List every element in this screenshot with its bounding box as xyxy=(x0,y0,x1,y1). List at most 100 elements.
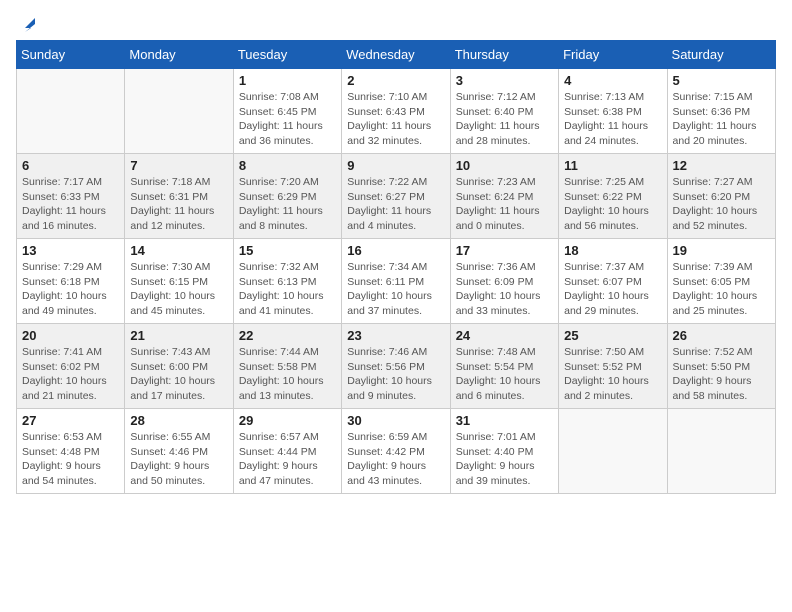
sunrise-text: Sunrise: 7:13 AM xyxy=(564,90,661,105)
daylight-text: Daylight: 10 hours and 45 minutes. xyxy=(130,289,227,318)
calendar-day-cell: 22Sunrise: 7:44 AMSunset: 5:58 PMDayligh… xyxy=(233,324,341,409)
calendar-week-row: 20Sunrise: 7:41 AMSunset: 6:02 PMDayligh… xyxy=(17,324,776,409)
calendar-day-cell xyxy=(125,69,233,154)
calendar-table: SundayMondayTuesdayWednesdayThursdayFrid… xyxy=(16,40,776,494)
sunrise-text: Sunrise: 7:15 AM xyxy=(673,90,770,105)
day-number: 10 xyxy=(456,158,553,173)
sunset-text: Sunset: 6:27 PM xyxy=(347,190,444,205)
day-header-thursday: Thursday xyxy=(450,41,558,69)
sunrise-text: Sunrise: 7:37 AM xyxy=(564,260,661,275)
day-number: 12 xyxy=(673,158,770,173)
sunrise-text: Sunrise: 7:18 AM xyxy=(130,175,227,190)
daylight-text: Daylight: 10 hours and 13 minutes. xyxy=(239,374,336,403)
sunrise-text: Sunrise: 7:27 AM xyxy=(673,175,770,190)
sunset-text: Sunset: 6:36 PM xyxy=(673,105,770,120)
calendar-day-cell: 16 Sunrise: 7:34 AMSunset: 6:11 PMDayligh… xyxy=(342,239,450,324)
sunrise-text: Sunrise: 7:01 AM xyxy=(456,430,553,445)
day-info: Sunrise: 7:15 AMSunset: 6:36 PMDaylight:… xyxy=(673,90,770,149)
calendar-day-cell: 25Sunrise: 7:50 AMSunset: 5:52 PMDayligh… xyxy=(559,324,667,409)
page-header xyxy=(16,16,776,32)
day-info: Sunrise: 7:34 AMSunset: 6:11 PMDaylight:… xyxy=(347,260,444,319)
day-header-tuesday: Tuesday xyxy=(233,41,341,69)
calendar-day-cell: 30Sunrise: 6:59 AMSunset: 4:42 PMDayligh… xyxy=(342,409,450,494)
day-number: 19 xyxy=(673,243,770,258)
daylight-text: Daylight: 11 hours and 12 minutes. xyxy=(130,204,227,233)
day-number: 1 xyxy=(239,73,336,88)
day-info: Sunrise: 7:44 AMSunset: 5:58 PMDaylight:… xyxy=(239,345,336,404)
sunset-text: Sunset: 6:40 PM xyxy=(456,105,553,120)
day-info: Sunrise: 7:50 AMSunset: 5:52 PMDaylight:… xyxy=(564,345,661,404)
calendar-week-row: 13Sunrise: 7:29 AMSunset: 6:18 PMDayligh… xyxy=(17,239,776,324)
calendar-day-cell: 26Sunrise: 7:52 AMSunset: 5:50 PMDayligh… xyxy=(667,324,775,409)
calendar-day-cell: 28Sunrise: 6:55 AMSunset: 4:46 PMDayligh… xyxy=(125,409,233,494)
calendar-day-cell: 11Sunrise: 7:25 AMSunset: 6:22 PMDayligh… xyxy=(559,154,667,239)
calendar-day-cell: 18Sunrise: 7:37 AMSunset: 6:07 PMDayligh… xyxy=(559,239,667,324)
daylight-text: Daylight: 9 hours and 50 minutes. xyxy=(130,459,227,488)
daylight-text: Daylight: 11 hours and 28 minutes. xyxy=(456,119,553,148)
daylight-text: Daylight: 10 hours and 41 minutes. xyxy=(239,289,336,318)
sunrise-text: Sunrise: 6:59 AM xyxy=(347,430,444,445)
day-info: Sunrise: 7:01 AMSunset: 4:40 PMDaylight:… xyxy=(456,430,553,489)
day-header-saturday: Saturday xyxy=(667,41,775,69)
day-number: 7 xyxy=(130,158,227,173)
sunset-text: Sunset: 6:11 PM xyxy=(347,275,444,290)
sunset-text: Sunset: 5:50 PM xyxy=(673,360,770,375)
sunset-text: Sunset: 4:40 PM xyxy=(456,445,553,460)
sunset-text: Sunset: 6:00 PM xyxy=(130,360,227,375)
daylight-text: Daylight: 9 hours and 47 minutes. xyxy=(239,459,336,488)
sunrise-text: Sunrise: 7:08 AM xyxy=(239,90,336,105)
calendar-day-cell: 6Sunrise: 7:17 AMSunset: 6:33 PMDaylight… xyxy=(17,154,125,239)
daylight-text: Daylight: 10 hours and 49 minutes. xyxy=(22,289,119,318)
daylight-text: Daylight: 10 hours and 6 minutes. xyxy=(456,374,553,403)
day-number: 9 xyxy=(347,158,444,173)
day-info: Sunrise: 7:48 AMSunset: 5:54 PMDaylight:… xyxy=(456,345,553,404)
day-info: Sunrise: 7:52 AMSunset: 5:50 PMDaylight:… xyxy=(673,345,770,404)
day-number: 15 xyxy=(239,243,336,258)
calendar-week-row: 6Sunrise: 7:17 AMSunset: 6:33 PMDaylight… xyxy=(17,154,776,239)
day-number: 14 xyxy=(130,243,227,258)
calendar-day-cell: 20Sunrise: 7:41 AMSunset: 6:02 PMDayligh… xyxy=(17,324,125,409)
day-info: Sunrise: 7:20 AMSunset: 6:29 PMDaylight:… xyxy=(239,175,336,234)
day-info: Sunrise: 6:57 AMSunset: 4:44 PMDaylight:… xyxy=(239,430,336,489)
sunrise-text: Sunrise: 7:10 AM xyxy=(347,90,444,105)
daylight-text: Daylight: 10 hours and 17 minutes. xyxy=(130,374,227,403)
calendar-day-cell: 13Sunrise: 7:29 AMSunset: 6:18 PMDayligh… xyxy=(17,239,125,324)
sunset-text: Sunset: 4:48 PM xyxy=(22,445,119,460)
day-number: 31 xyxy=(456,413,553,428)
sunrise-text: Sunrise: 7:17 AM xyxy=(22,175,119,190)
sunset-text: Sunset: 6:09 PM xyxy=(456,275,553,290)
day-number: 16 xyxy=(347,243,444,258)
sunset-text: Sunset: 6:24 PM xyxy=(456,190,553,205)
sunrise-text: Sunrise: 6:57 AM xyxy=(239,430,336,445)
day-info: Sunrise: 6:55 AMSunset: 4:46 PMDaylight:… xyxy=(130,430,227,489)
calendar-day-cell: 31 Sunrise: 7:01 AMSunset: 4:40 PMDayligh… xyxy=(450,409,558,494)
calendar-day-cell: 15Sunrise: 7:32 AMSunset: 6:13 PMDayligh… xyxy=(233,239,341,324)
sunset-text: Sunset: 6:07 PM xyxy=(564,275,661,290)
daylight-text: Daylight: 11 hours and 24 minutes. xyxy=(564,119,661,148)
sunrise-text: Sunrise: 7:30 AM xyxy=(130,260,227,275)
calendar-day-cell: 10Sunrise: 7:23 AMSunset: 6:24 PMDayligh… xyxy=(450,154,558,239)
calendar-day-cell: 23Sunrise: 7:46 AMSunset: 5:56 PMDayligh… xyxy=(342,324,450,409)
calendar-day-cell: 2Sunrise: 7:10 AMSunset: 6:43 PMDaylight… xyxy=(342,69,450,154)
daylight-text: Daylight: 11 hours and 4 minutes. xyxy=(347,204,444,233)
day-info: Sunrise: 7:30 AMSunset: 6:15 PMDaylight:… xyxy=(130,260,227,319)
daylight-text: Daylight: 9 hours and 54 minutes. xyxy=(22,459,119,488)
daylight-text: Daylight: 10 hours and 37 minutes. xyxy=(347,289,444,318)
sunset-text: Sunset: 5:52 PM xyxy=(564,360,661,375)
sunrise-text: Sunrise: 7:43 AM xyxy=(130,345,227,360)
sunrise-text: Sunrise: 7:52 AM xyxy=(673,345,770,360)
daylight-text: Daylight: 11 hours and 8 minutes. xyxy=(239,204,336,233)
sunset-text: Sunset: 4:46 PM xyxy=(130,445,227,460)
sunrise-text: Sunrise: 7:39 AM xyxy=(673,260,770,275)
sunrise-text: Sunrise: 7:12 AM xyxy=(456,90,553,105)
calendar-day-cell: 29Sunrise: 6:57 AMSunset: 4:44 PMDayligh… xyxy=(233,409,341,494)
sunset-text: Sunset: 6:22 PM xyxy=(564,190,661,205)
day-number: 13 xyxy=(22,243,119,258)
day-info: Sunrise: 6:53 AMSunset: 4:48 PMDaylight:… xyxy=(22,430,119,489)
sunset-text: Sunset: 6:38 PM xyxy=(564,105,661,120)
sunset-text: Sunset: 6:20 PM xyxy=(673,190,770,205)
day-info: Sunrise: 7:46 AMSunset: 5:56 PMDaylight:… xyxy=(347,345,444,404)
sunset-text: Sunset: 6:31 PM xyxy=(130,190,227,205)
calendar-day-cell: 9Sunrise: 7:22 AMSunset: 6:27 PMDaylight… xyxy=(342,154,450,239)
calendar-day-cell: 14 Sunrise: 7:30 AMSunset: 6:15 PMDayligh… xyxy=(125,239,233,324)
